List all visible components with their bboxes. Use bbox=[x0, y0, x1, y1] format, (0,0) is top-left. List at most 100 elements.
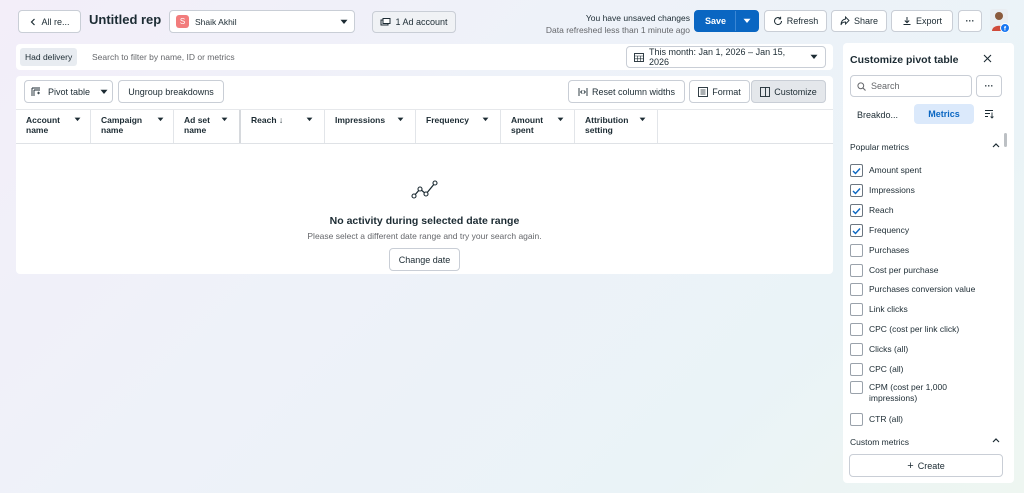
panel-scrollbar[interactable] bbox=[1004, 133, 1007, 147]
save-options-caret[interactable] bbox=[736, 11, 758, 31]
checkmark-icon bbox=[852, 207, 861, 215]
chevron-up-icon[interactable] bbox=[992, 437, 1000, 443]
column-impressions[interactable]: Impressions bbox=[325, 110, 416, 144]
change-date-label: Change date bbox=[398, 254, 451, 265]
metric-checkbox-row[interactable]: Reach bbox=[850, 204, 989, 217]
column-label: name bbox=[184, 125, 207, 135]
chevron-up-icon[interactable] bbox=[992, 142, 1000, 148]
save-button[interactable]: Save bbox=[694, 10, 759, 32]
refresh-label: Refresh bbox=[786, 16, 819, 26]
ungroup-breakdowns-button[interactable]: Ungroup breakdowns bbox=[118, 80, 224, 103]
empty-state-title: No activity during selected date range bbox=[329, 215, 520, 227]
export-button[interactable]: Export bbox=[891, 10, 953, 32]
tab-breakdowns[interactable]: Breakdo... bbox=[857, 110, 898, 120]
panel-title: Customize pivot table bbox=[850, 54, 959, 66]
column-menu-caret-icon[interactable] bbox=[397, 117, 404, 122]
panel-more-label: ··· bbox=[984, 81, 994, 91]
checkbox-unchecked[interactable] bbox=[850, 303, 863, 316]
column-menu-caret-icon[interactable] bbox=[306, 117, 313, 122]
metric-label: CPM (cost per 1,000 impressions) bbox=[869, 382, 947, 403]
metric-label: Reach bbox=[869, 205, 894, 215]
checkbox-unchecked[interactable] bbox=[850, 343, 863, 356]
column-menu-caret-icon[interactable] bbox=[482, 117, 489, 122]
refresh-icon bbox=[773, 16, 783, 26]
format-button[interactable]: Format bbox=[689, 80, 750, 103]
metric-checkbox-row[interactable]: Impressions bbox=[850, 184, 989, 197]
create-metric-button[interactable]: + Create bbox=[849, 454, 1003, 477]
metric-checkbox-row[interactable]: CPC (all) bbox=[850, 363, 989, 376]
metric-checkbox-row[interactable]: Frequency bbox=[850, 224, 989, 237]
checkbox-checked[interactable] bbox=[850, 164, 863, 177]
account-selector[interactable]: S Shaik Akhil bbox=[169, 10, 355, 33]
more-options-button[interactable]: ··· bbox=[958, 10, 982, 32]
panel-more-button[interactable]: ··· bbox=[976, 75, 1002, 97]
filter-search-input[interactable]: Search to filter by name, ID or metrics bbox=[92, 52, 235, 62]
metric-checkbox-row[interactable]: Purchases bbox=[850, 244, 989, 257]
metric-checkbox-row[interactable]: Clicks (all) bbox=[850, 343, 989, 356]
popular-metrics-heading: Popular metrics bbox=[850, 142, 910, 152]
checkbox-unchecked[interactable] bbox=[850, 323, 863, 336]
column-menu-caret-icon[interactable] bbox=[221, 117, 228, 122]
unsaved-status: You have unsaved changes Data refreshed … bbox=[490, 12, 690, 36]
metric-checkbox-row[interactable]: Link clicks bbox=[850, 303, 989, 316]
close-icon[interactable] bbox=[983, 54, 992, 63]
column-ad-set-name[interactable]: Ad set name bbox=[174, 110, 241, 144]
customize-pivot-panel: Customize pivot table Search ··· Breakdo… bbox=[843, 43, 1014, 483]
refresh-button[interactable]: Refresh bbox=[764, 10, 827, 32]
change-date-button[interactable]: Change date bbox=[389, 248, 460, 271]
refresh-status-text: Data refreshed less than 1 minute ago bbox=[545, 25, 690, 35]
checkbox-unchecked[interactable] bbox=[850, 413, 863, 426]
checkbox-unchecked[interactable] bbox=[850, 244, 863, 257]
more-label: ··· bbox=[965, 16, 975, 26]
export-label: Export bbox=[915, 16, 942, 26]
metric-checkbox-row[interactable]: CPC (cost per link click) bbox=[850, 323, 989, 336]
metrics-search-input[interactable]: Search bbox=[850, 75, 972, 97]
column-frequency[interactable]: Frequency bbox=[416, 110, 501, 144]
tab-metrics[interactable]: Metrics bbox=[914, 104, 974, 124]
tab-metrics-label: Metrics bbox=[928, 109, 960, 119]
empty-state-subtitle: Please select a different date range and… bbox=[307, 231, 542, 241]
column-amount-spent[interactable]: Amount spent bbox=[501, 110, 575, 144]
metric-label: CPC (cost per link click) bbox=[869, 324, 960, 334]
column-menu-caret-icon[interactable] bbox=[639, 117, 646, 122]
metric-checkbox-row[interactable]: Purchases conversion value bbox=[850, 283, 989, 296]
checkbox-checked[interactable] bbox=[850, 204, 863, 217]
column-account-name[interactable]: Account name bbox=[16, 110, 91, 144]
metric-checkbox-row[interactable]: Cost per purchase bbox=[850, 264, 989, 277]
checkbox-unchecked[interactable] bbox=[850, 363, 863, 376]
column-attribution-setting[interactable]: Attribution setting bbox=[575, 110, 658, 144]
column-label: name bbox=[101, 125, 124, 135]
customize-button[interactable]: Customize bbox=[751, 80, 826, 103]
share-button[interactable]: Share bbox=[831, 10, 887, 32]
column-menu-caret-icon[interactable] bbox=[157, 117, 164, 122]
checkbox-unchecked[interactable] bbox=[850, 381, 863, 394]
metric-label: CTR (all) bbox=[869, 414, 903, 424]
ad-account-icon bbox=[380, 17, 391, 27]
checkbox-unchecked[interactable] bbox=[850, 264, 863, 277]
metric-checkbox-row[interactable]: CTR (all) bbox=[850, 413, 989, 426]
column-reach[interactable]: Reach ↓ bbox=[241, 110, 325, 144]
column-menu-caret-icon[interactable] bbox=[557, 117, 564, 122]
profile-photo-icon: f bbox=[990, 9, 1010, 33]
reset-column-widths-button[interactable]: Reset column widths bbox=[568, 80, 685, 103]
search-placeholder: Search bbox=[871, 81, 900, 91]
checkbox-unchecked[interactable] bbox=[850, 283, 863, 296]
pivot-table-dropdown[interactable]: Pivot table bbox=[24, 80, 113, 103]
metric-checkbox-row[interactable]: CPM (cost per 1,000 impressions) bbox=[850, 381, 989, 404]
header-divider bbox=[16, 143, 833, 144]
column-label: spent bbox=[511, 125, 534, 135]
report-title[interactable]: Untitled rep bbox=[89, 12, 161, 27]
back-button[interactable]: All re... bbox=[18, 10, 81, 33]
caret-down-icon bbox=[340, 19, 348, 25]
metric-label: Cost per purchase bbox=[869, 265, 939, 275]
date-range-picker[interactable]: This month: Jan 1, 2026 – Jan 15, 2026 bbox=[626, 46, 826, 68]
sort-icon[interactable] bbox=[984, 109, 994, 119]
had-delivery-chip[interactable]: Had delivery bbox=[20, 48, 78, 66]
column-menu-caret-icon[interactable] bbox=[74, 117, 81, 122]
column-campaign-name[interactable]: Campaign name bbox=[91, 110, 174, 144]
checkbox-checked[interactable] bbox=[850, 224, 863, 237]
checkbox-checked[interactable] bbox=[850, 184, 863, 197]
user-avatar[interactable]: f bbox=[988, 9, 1010, 33]
ad-account-button[interactable]: 1 Ad account bbox=[372, 11, 456, 33]
metric-checkbox-row[interactable]: Amount spent bbox=[850, 164, 989, 177]
